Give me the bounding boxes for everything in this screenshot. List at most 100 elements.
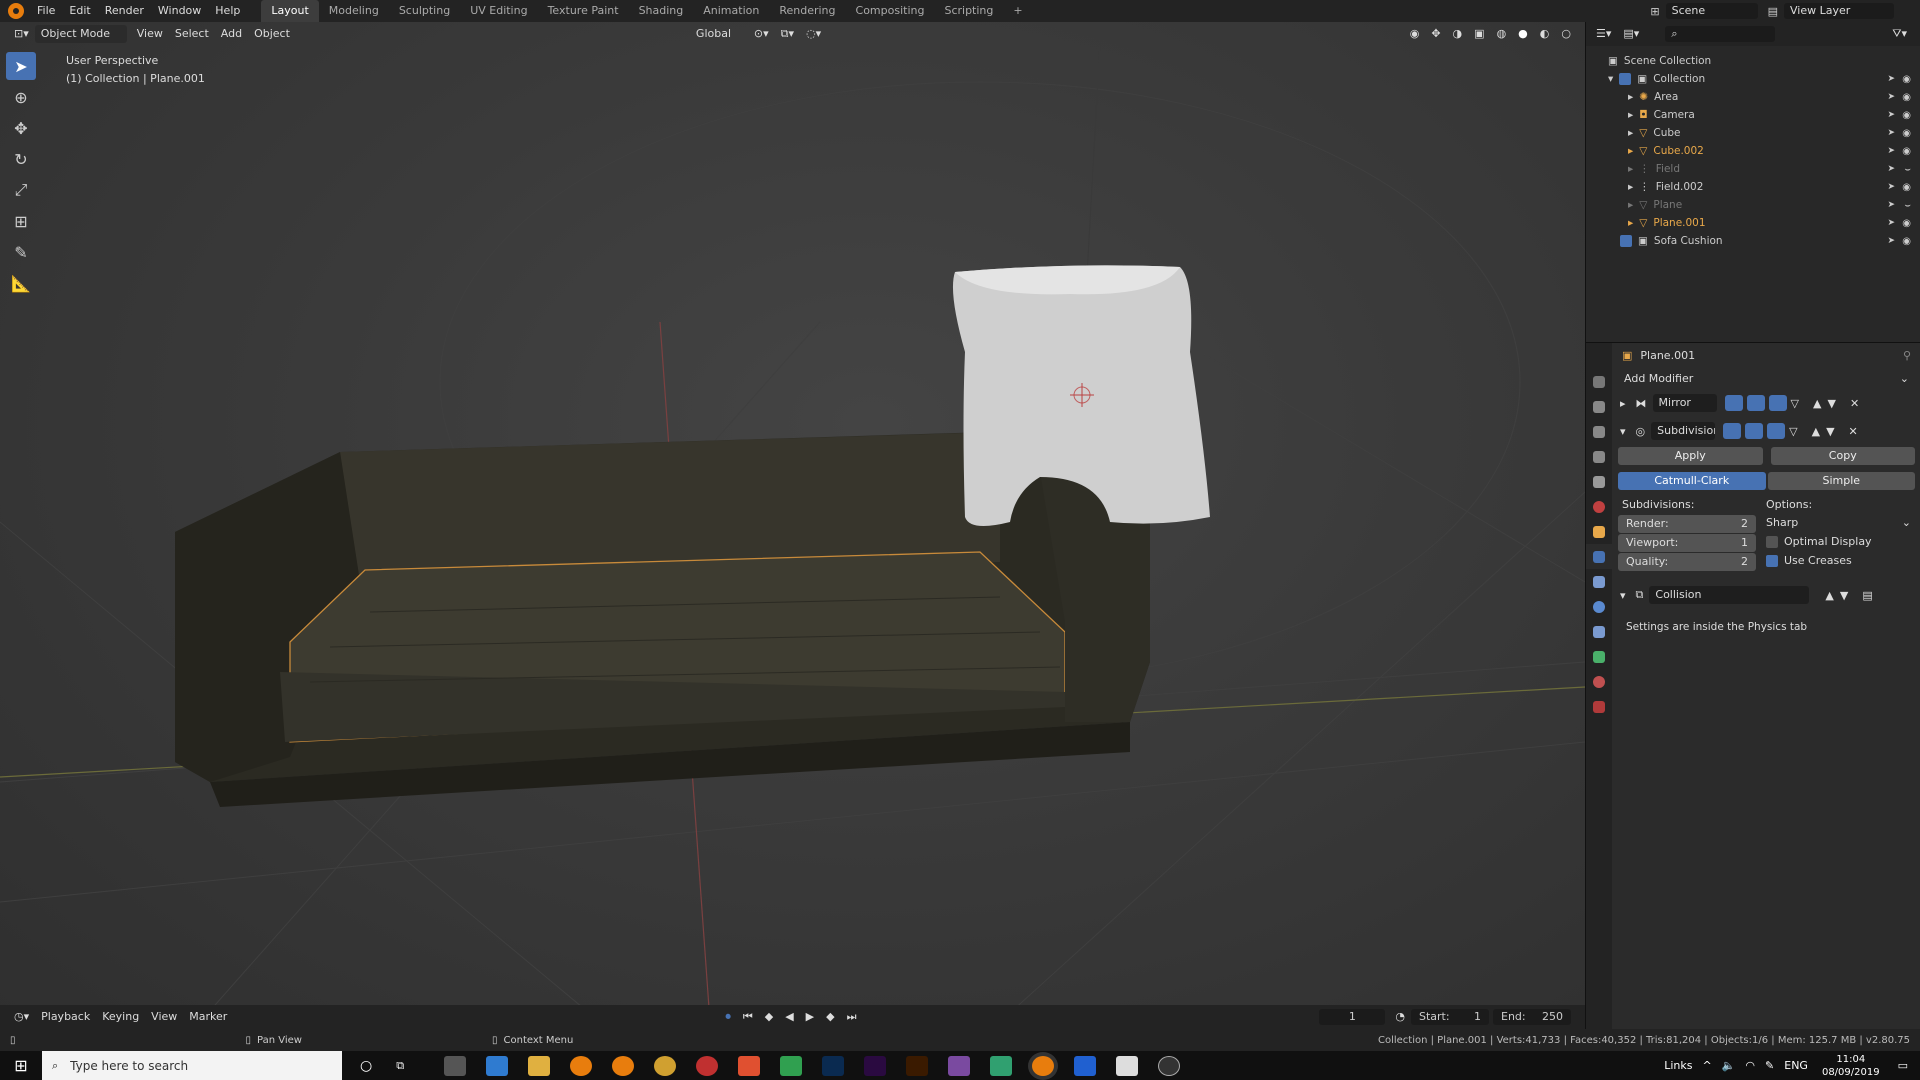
record-icon[interactable]: ⏺ [719,1008,737,1026]
select-arrow-icon[interactable]: ➤ [1887,146,1895,156]
tab-uv-editing[interactable]: UV Editing [460,0,537,22]
explorer-app-icon[interactable] [528,1055,551,1076]
cortana-icon[interactable]: ○ [360,1058,372,1074]
select-menu[interactable]: Select [169,25,215,43]
display-mode-icon[interactable]: ▤▾ [1617,25,1645,43]
add-modifier-dropdown[interactable]: Add Modifier ⌄ [1618,369,1915,387]
modifier-name-field[interactable]: Subdivision [1651,422,1716,440]
physics-icon[interactable]: ▤ [1862,589,1872,602]
catmull-clark-button[interactable]: Catmull-Clark [1618,472,1766,490]
render-toggle-icon[interactable] [1767,423,1786,439]
app-circle-icon[interactable] [1158,1055,1181,1076]
notification-icon[interactable]: ▭ [1898,1059,1908,1072]
app-orange-icon[interactable] [738,1055,761,1076]
end-frame-field[interactable]: End: 250 [1493,1009,1571,1025]
eye-icon[interactable]: ◉ [1902,182,1911,193]
uv-smooth-dropdown[interactable]: Sharp ⌄ [1766,514,1915,532]
render-toggle-icon[interactable] [1768,395,1787,411]
data-tab-icon[interactable] [1586,644,1612,669]
eye-icon[interactable]: ◉ [1902,128,1911,139]
outliner-item-plane-001[interactable]: ▸ ▽ Plane.001 ➤ ◉ [1586,214,1920,232]
cursor-icon[interactable]: ⊕ [6,83,36,111]
network-icon[interactable]: ◠ [1745,1059,1755,1072]
particles-tab-icon[interactable] [1586,569,1612,594]
outliner-item-camera[interactable]: ▸ ◘ Camera ➤ ◉ [1586,106,1920,124]
measure-icon[interactable]: 📐 [6,269,36,297]
blender-logo-icon[interactable] [8,3,24,19]
shading-material-icon[interactable]: ◐ [1534,25,1556,43]
scene-tab-icon[interactable] [1586,469,1612,494]
play-app-icon[interactable] [780,1055,803,1076]
collection-checkbox[interactable] [1619,73,1632,85]
cage-toggle-icon[interactable]: ▽ [1791,397,1799,410]
menu-edit[interactable]: Edit [62,0,97,22]
tab-animation[interactable]: Animation [693,0,769,22]
play-reverse-icon[interactable]: ◀ [779,1008,799,1026]
eye-icon[interactable]: ◉ [1902,146,1911,157]
outliner-sofa-cushion[interactable]: ▣ Sofa Cushion ➤ ◉ [1586,232,1920,250]
viewport-levels-field[interactable]: Viewport: 1 [1618,534,1756,552]
select-arrow-icon[interactable]: ➤ [1887,236,1895,246]
play-icon[interactable]: ▶ [800,1008,820,1026]
scene-field[interactable]: Scene [1665,3,1758,19]
tab-layout[interactable]: Layout [261,0,319,22]
tool-tab-icon[interactable] [1586,369,1612,394]
annotate-icon[interactable]: ✎ [6,238,36,266]
stopwatch-icon[interactable]: ◔ [1389,1008,1411,1026]
task-view-icon[interactable]: ⧉ [396,1059,404,1073]
tab-scripting[interactable]: Scripting [934,0,1003,22]
outliner-item-field-002[interactable]: ▸ ⋮ Field.002 ➤ ◉ [1586,178,1920,196]
simple-button[interactable]: Simple [1767,472,1915,490]
outliner-collection[interactable]: ▾ ▣ Collection ➤ ◉ [1586,70,1920,88]
jump-start-icon[interactable]: ⏮ [737,1008,759,1026]
blender-app-icon-2[interactable] [612,1055,635,1076]
start-frame-field[interactable]: Start: 1 [1411,1009,1489,1025]
proportional-edit-icon[interactable]: ◌▾ [800,25,827,43]
app-green-icon[interactable] [990,1055,1013,1076]
outliner-scene-collection[interactable]: ▣ Scene Collection [1586,52,1920,70]
modifier-name-field[interactable]: Collision [1649,586,1810,604]
pivot-icon[interactable]: ⊙▾ [748,25,775,43]
pen-icon[interactable]: ✎ [1765,1059,1774,1072]
transform-orientation-dropdown[interactable]: Global [690,25,748,43]
gizmo-icon[interactable]: ✥ [1425,25,1446,43]
select-arrow-icon[interactable]: ➤ [1887,200,1895,210]
shading-solid-icon[interactable]: ● [1512,25,1534,43]
world-tab-icon[interactable] [1586,494,1612,519]
view-layer-tab-icon[interactable] [1586,444,1612,469]
links-label[interactable]: Links [1664,1059,1692,1072]
app-red-icon[interactable] [696,1055,719,1076]
select-arrow-icon[interactable]: ➤ [1887,110,1895,120]
close-icon[interactable]: ✕ [1850,397,1859,410]
timeline-editor-icon[interactable]: ◷▾ [8,1008,35,1026]
marker-menu[interactable]: Marker [183,1008,233,1026]
use-creases-checkbox[interactable]: Use Creases [1766,551,1915,570]
shading-wire-icon[interactable]: ◍ [1491,25,1513,43]
eye-icon[interactable]: ◉ [1902,92,1911,103]
edge-app-icon[interactable] [486,1055,509,1076]
outliner-search-input[interactable]: ⌕ [1665,26,1776,42]
rotate-icon[interactable]: ↻ [6,145,36,173]
transform-icon[interactable]: ⊞ [6,207,36,235]
optimal-display-check[interactable] [1766,536,1778,548]
tab-compositing[interactable]: Compositing [846,0,935,22]
jump-end-icon[interactable]: ⏭ [841,1008,863,1026]
render-tab-icon[interactable] [1586,394,1612,419]
view-menu[interactable]: View [131,25,169,43]
view-layer-field[interactable]: View Layer [1784,3,1894,19]
collapse-arrow-icon[interactable]: ▸ [1620,397,1626,410]
select-arrow-icon[interactable]: ➤ [1887,164,1895,174]
move-down-icon[interactable]: ▼ [1826,425,1834,438]
select-arrow-icon[interactable]: ➤ [1887,218,1895,228]
blender-active-app-icon[interactable] [1032,1055,1055,1076]
snap-icon[interactable]: ⧉▾ [775,25,800,43]
overlay-icon[interactable]: ◑ [1447,25,1469,43]
eye-icon[interactable]: ◉ [1902,236,1911,247]
add-menu[interactable]: Add [215,25,248,43]
tab-rendering[interactable]: Rendering [769,0,845,22]
move-icon[interactable]: ✥ [6,114,36,142]
modifier-tab-icon[interactable] [1586,544,1612,569]
chrome-app-icon[interactable] [654,1055,677,1076]
select-arrow-icon[interactable]: ➤ [1887,74,1895,84]
apply-button[interactable]: Apply [1618,447,1763,465]
